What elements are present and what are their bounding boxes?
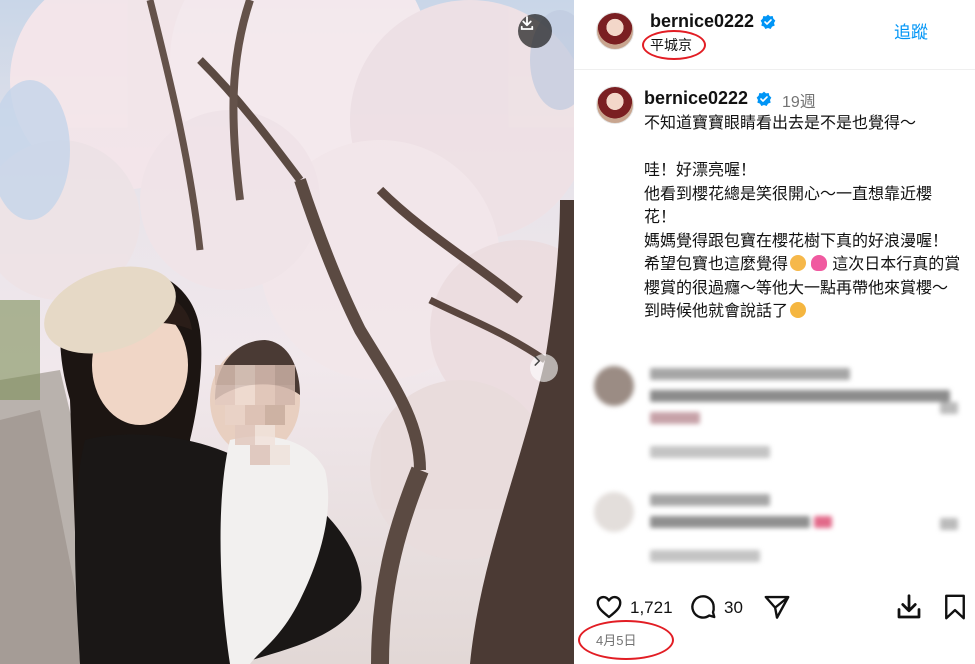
download-button[interactable] xyxy=(518,14,552,48)
caption-username[interactable]: bernice0222 xyxy=(644,88,748,109)
heart-icon[interactable] xyxy=(594,592,624,622)
caption-avatar[interactable] xyxy=(596,86,634,124)
download-icon[interactable] xyxy=(894,592,924,622)
post-sidebar: bernice0222 平城京 追蹤 bernice0222 19週 不知道寶寶… xyxy=(574,0,975,664)
avatar xyxy=(594,366,634,406)
send-icon[interactable] xyxy=(762,592,792,622)
post-header: bernice0222 平城京 追蹤 xyxy=(574,0,975,70)
caption-text: 不知道寶寶眼睛看出去是不是也覺得～ 哇！好漂亮喔！ 他看到櫻花總是笑很開心～一直… xyxy=(644,113,949,273)
avatar[interactable] xyxy=(596,12,634,50)
location-annotation-circle xyxy=(642,30,706,60)
follow-button[interactable]: 追蹤 xyxy=(894,18,928,43)
post-caption: 不知道寶寶眼睛看出去是不是也覺得～ 哇！好漂亮喔！ 他看到櫻花總是笑很開心～一直… xyxy=(644,111,962,323)
date-annotation-circle xyxy=(578,620,674,660)
header-username[interactable]: bernice0222 xyxy=(650,11,754,32)
cherry-blossom-photo xyxy=(0,0,574,664)
comment-item xyxy=(594,362,964,472)
post-photo[interactable] xyxy=(0,0,574,664)
like-count[interactable]: 1,721 xyxy=(630,598,673,618)
pink-heart-emoji xyxy=(811,255,828,271)
next-photo-button[interactable] xyxy=(530,354,558,382)
comment-count[interactable]: 30 xyxy=(724,598,743,618)
laughing-face-emoji xyxy=(790,302,807,318)
bookmark-icon[interactable] xyxy=(940,592,970,622)
comment-icon[interactable] xyxy=(688,592,718,622)
smiling-face-emoji xyxy=(790,255,807,271)
verified-badge-icon xyxy=(760,14,776,30)
caption-timestamp: 19週 xyxy=(782,94,816,111)
verified-badge-icon xyxy=(756,91,772,107)
comment-item xyxy=(594,488,964,578)
avatar xyxy=(594,492,634,532)
